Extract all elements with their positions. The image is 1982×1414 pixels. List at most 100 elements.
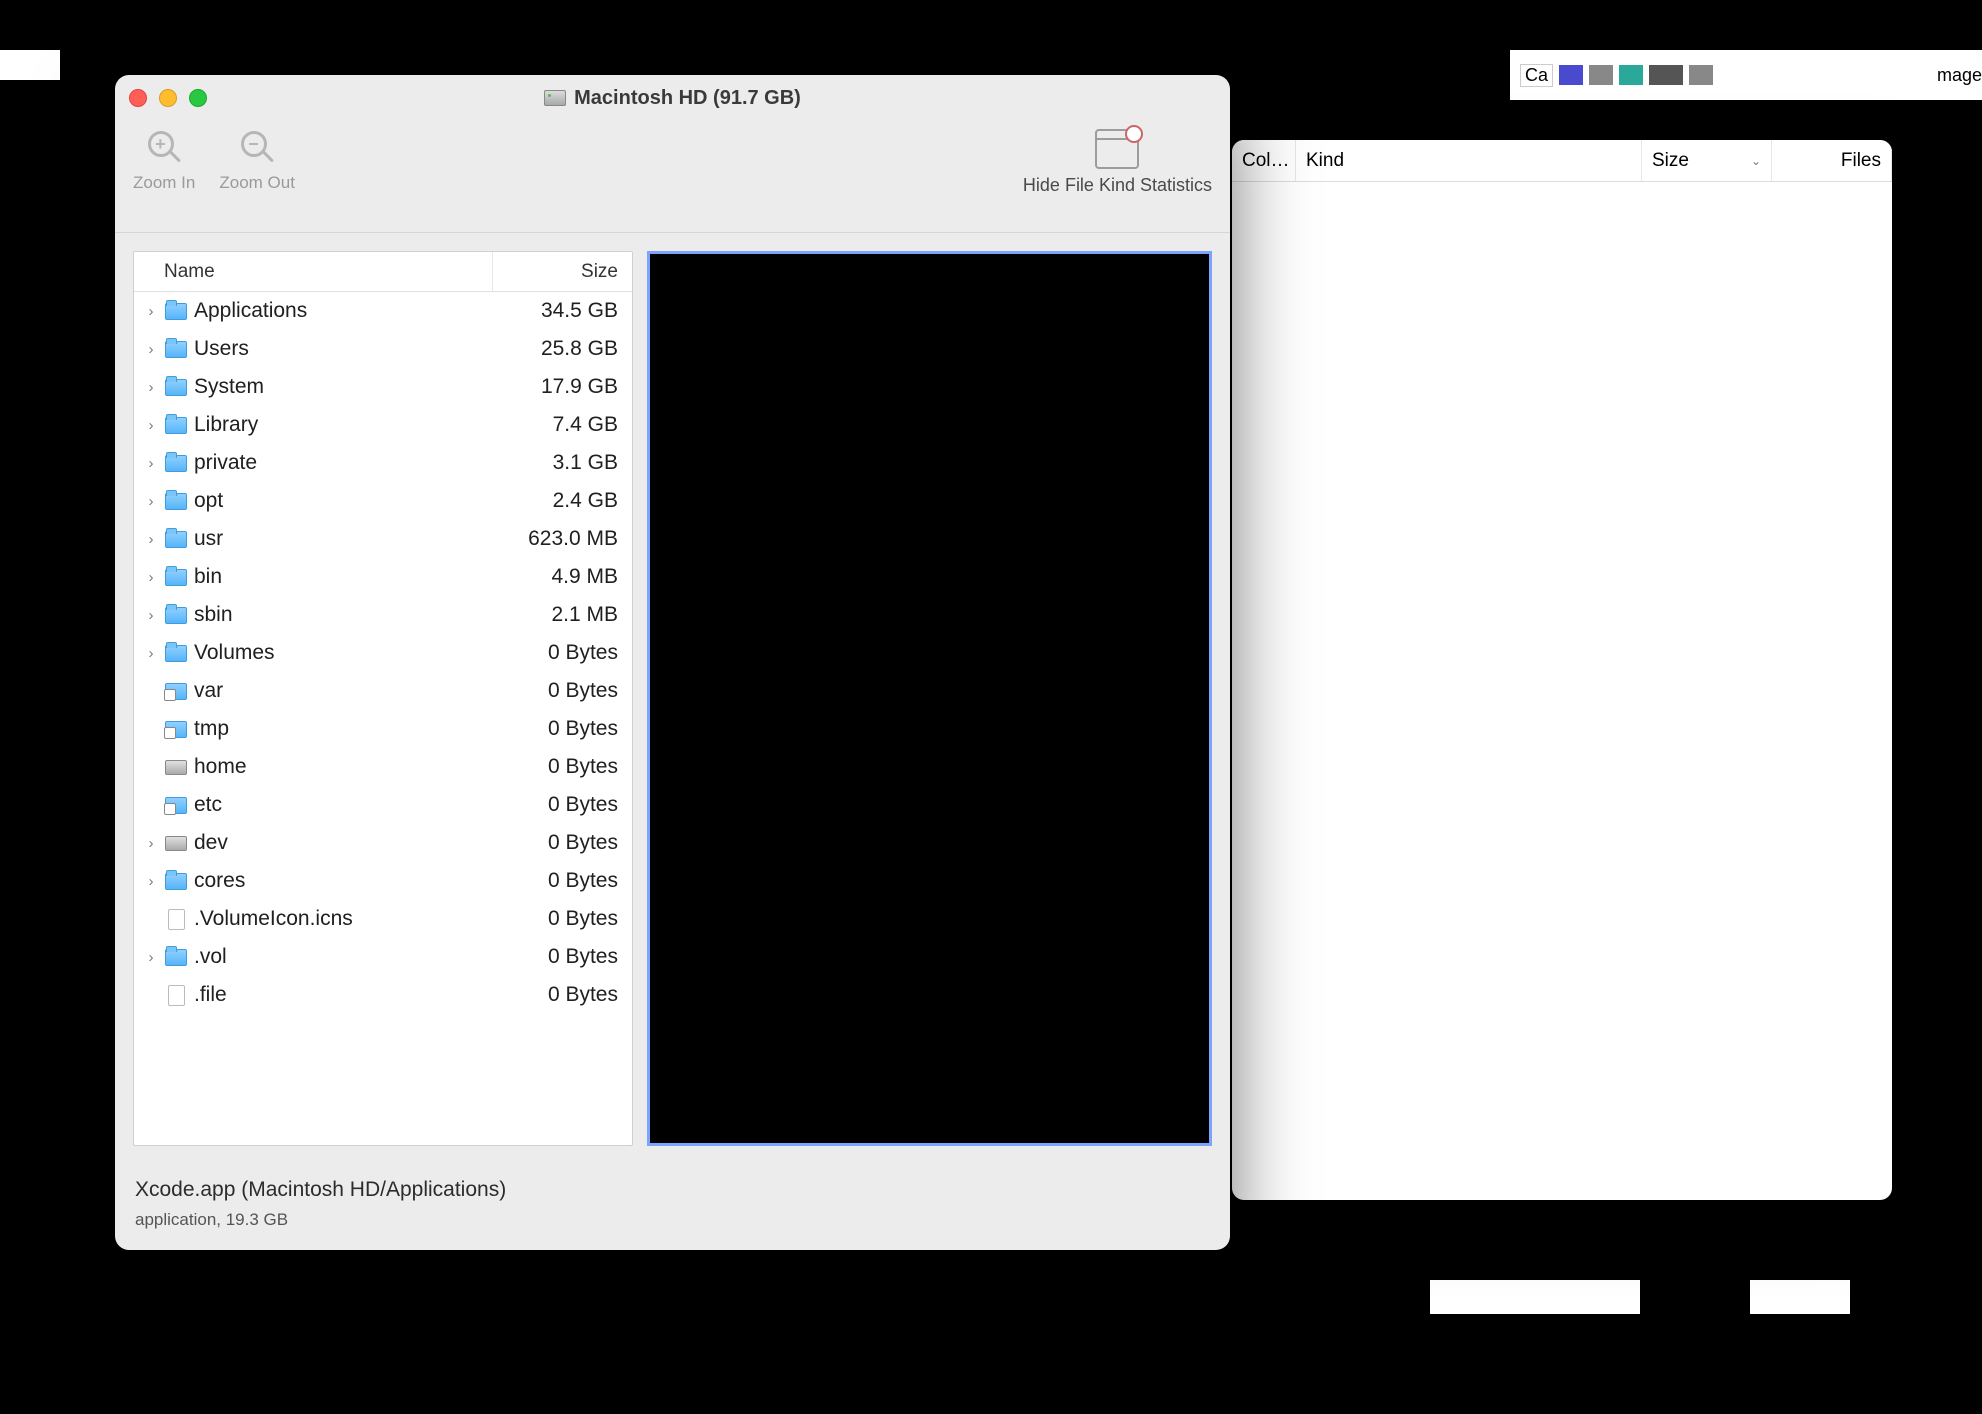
folder-icon — [162, 873, 190, 890]
tree-item-name: Library — [190, 413, 492, 437]
disclosure-triangle-icon[interactable]: › — [140, 835, 162, 852]
tree-row[interactable]: ›bin4.9 MB — [134, 558, 632, 596]
tree-row[interactable]: › Library7.4 GB — [134, 406, 632, 444]
file-kind-statistics-window[interactable]: Col… Kind Size ⌄ Files — [1232, 140, 1892, 1200]
tree-row[interactable]: tmp0 Bytes — [134, 710, 632, 748]
tree-row[interactable]: ›opt2.4 GB — [134, 482, 632, 520]
selected-item-path: Xcode.app (Macintosh HD/Applications) — [135, 1178, 1210, 1202]
bg-fragment — [1430, 1280, 1640, 1314]
folder-icon — [162, 455, 190, 472]
treemap-view[interactable] — [647, 251, 1212, 1146]
tree-item-size: 0 Bytes — [492, 793, 632, 817]
tree-header-size[interactable]: Size — [492, 252, 632, 291]
close-button[interactable] — [129, 89, 147, 107]
stats-header-size[interactable]: Size ⌄ — [1642, 140, 1772, 181]
file-icon — [162, 985, 190, 1006]
tree-item-name: opt — [190, 489, 492, 513]
alias-folder-icon — [162, 797, 190, 814]
fragment-label: mage — [1937, 65, 1982, 86]
tree-body[interactable]: ›Applications34.5 GB›Users25.8 GB›System… — [134, 292, 632, 1145]
minimize-button[interactable] — [159, 89, 177, 107]
tree-item-size: 0 Bytes — [492, 717, 632, 741]
tree-header: Name Size — [134, 252, 632, 292]
tree-item-name: tmp — [190, 717, 492, 741]
tree-item-name: System — [190, 375, 492, 399]
folder-icon — [162, 531, 190, 548]
tree-header-name[interactable]: Name — [134, 261, 492, 283]
tree-item-size: 0 Bytes — [492, 831, 632, 855]
tree-row[interactable]: ›System17.9 GB — [134, 368, 632, 406]
disclosure-triangle-icon[interactable]: › — [140, 569, 162, 586]
tree-row[interactable]: ›sbin2.1 MB — [134, 596, 632, 634]
tree-row[interactable]: › Volumes0 Bytes — [134, 634, 632, 672]
bg-fragment — [1750, 1280, 1850, 1314]
tree-row[interactable]: ›cores0 Bytes — [134, 862, 632, 900]
alias-folder-icon — [162, 683, 190, 700]
disclosure-triangle-icon[interactable]: › — [140, 607, 162, 624]
tree-item-size: 0 Bytes — [492, 945, 632, 969]
stats-header-files[interactable]: Files — [1772, 140, 1892, 181]
tree-row[interactable]: ›Applications34.5 GB — [134, 292, 632, 330]
fragment-label: Ca — [1520, 64, 1553, 87]
disclosure-triangle-icon[interactable]: › — [140, 873, 162, 890]
tree-item-name: Volumes — [190, 641, 492, 665]
disclosure-triangle-icon[interactable]: › — [140, 341, 162, 358]
tree-row[interactable]: var0 Bytes — [134, 672, 632, 710]
drive-icon — [162, 760, 190, 775]
folder-icon — [162, 569, 190, 586]
stats-table-body[interactable] — [1232, 182, 1892, 1200]
selected-item-detail: application, 19.3 GB — [135, 1210, 1210, 1230]
folder-icon — [162, 607, 190, 624]
tree-item-size: 34.5 GB — [492, 299, 632, 323]
zoom-in-label: Zoom In — [133, 173, 195, 193]
zoom-out-button[interactable]: − Zoom Out — [219, 129, 295, 193]
zoom-button[interactable] — [189, 89, 207, 107]
bg-fragment — [0, 50, 60, 80]
stats-header-kind[interactable]: Kind — [1296, 140, 1642, 181]
disclosure-triangle-icon[interactable]: › — [140, 303, 162, 320]
disclosure-triangle-icon[interactable]: › — [140, 949, 162, 966]
tree-row[interactable]: ›private3.1 GB — [134, 444, 632, 482]
tree-item-size: 0 Bytes — [492, 679, 632, 703]
disclosure-triangle-icon[interactable]: › — [140, 455, 162, 472]
toolbar: + Zoom In − Zoom Out Hide File Kind Stat… — [115, 121, 1230, 233]
folder-icon — [162, 341, 190, 358]
tree-item-size: 3.1 GB — [492, 451, 632, 475]
folder-icon — [162, 949, 190, 966]
tree-item-size: 623.0 MB — [492, 527, 632, 551]
tree-item-size: 0 Bytes — [492, 983, 632, 1007]
tree-item-size: 0 Bytes — [492, 869, 632, 893]
tree-row[interactable]: ›Users25.8 GB — [134, 330, 632, 368]
tree-item-name: .file — [190, 983, 492, 1007]
disclosure-triangle-icon[interactable]: › — [140, 379, 162, 396]
tree-item-size: 0 Bytes — [492, 641, 632, 665]
tree-item-size: 25.8 GB — [492, 337, 632, 361]
folder-icon — [162, 303, 190, 320]
tree-item-name: home — [190, 755, 492, 779]
tree-item-name: etc — [190, 793, 492, 817]
tree-row[interactable]: home0 Bytes — [134, 748, 632, 786]
tree-row[interactable]: ›.vol0 Bytes — [134, 938, 632, 976]
tree-item-size: 4.9 MB — [492, 565, 632, 589]
disclosure-triangle-icon[interactable]: › — [140, 417, 162, 434]
zoom-in-button[interactable]: + Zoom In — [133, 129, 195, 193]
zoom-out-label: Zoom Out — [219, 173, 295, 193]
disclosure-triangle-icon[interactable]: › — [140, 531, 162, 548]
tree-row[interactable]: etc0 Bytes — [134, 786, 632, 824]
hide-stats-button[interactable]: Hide File Kind Statistics — [1023, 129, 1212, 196]
tree-row[interactable]: ›dev0 Bytes — [134, 824, 632, 862]
folder-icon — [162, 493, 190, 510]
tree-row[interactable]: .VolumeIcon.icns0 Bytes — [134, 900, 632, 938]
window-controls — [129, 89, 207, 107]
stats-header-color[interactable]: Col… — [1232, 140, 1296, 181]
tree-item-name: sbin — [190, 603, 492, 627]
tree-row[interactable]: .file0 Bytes — [134, 976, 632, 1014]
alias-folder-icon — [162, 721, 190, 738]
window-title-text: Macintosh HD (91.7 GB) — [574, 87, 801, 110]
tree-item-size: 0 Bytes — [492, 755, 632, 779]
titlebar[interactable]: Macintosh HD (91.7 GB) — [115, 75, 1230, 121]
tree-item-size: 7.4 GB — [492, 413, 632, 437]
disclosure-triangle-icon[interactable]: › — [140, 645, 162, 662]
disclosure-triangle-icon[interactable]: › — [140, 493, 162, 510]
tree-row[interactable]: ›usr623.0 MB — [134, 520, 632, 558]
